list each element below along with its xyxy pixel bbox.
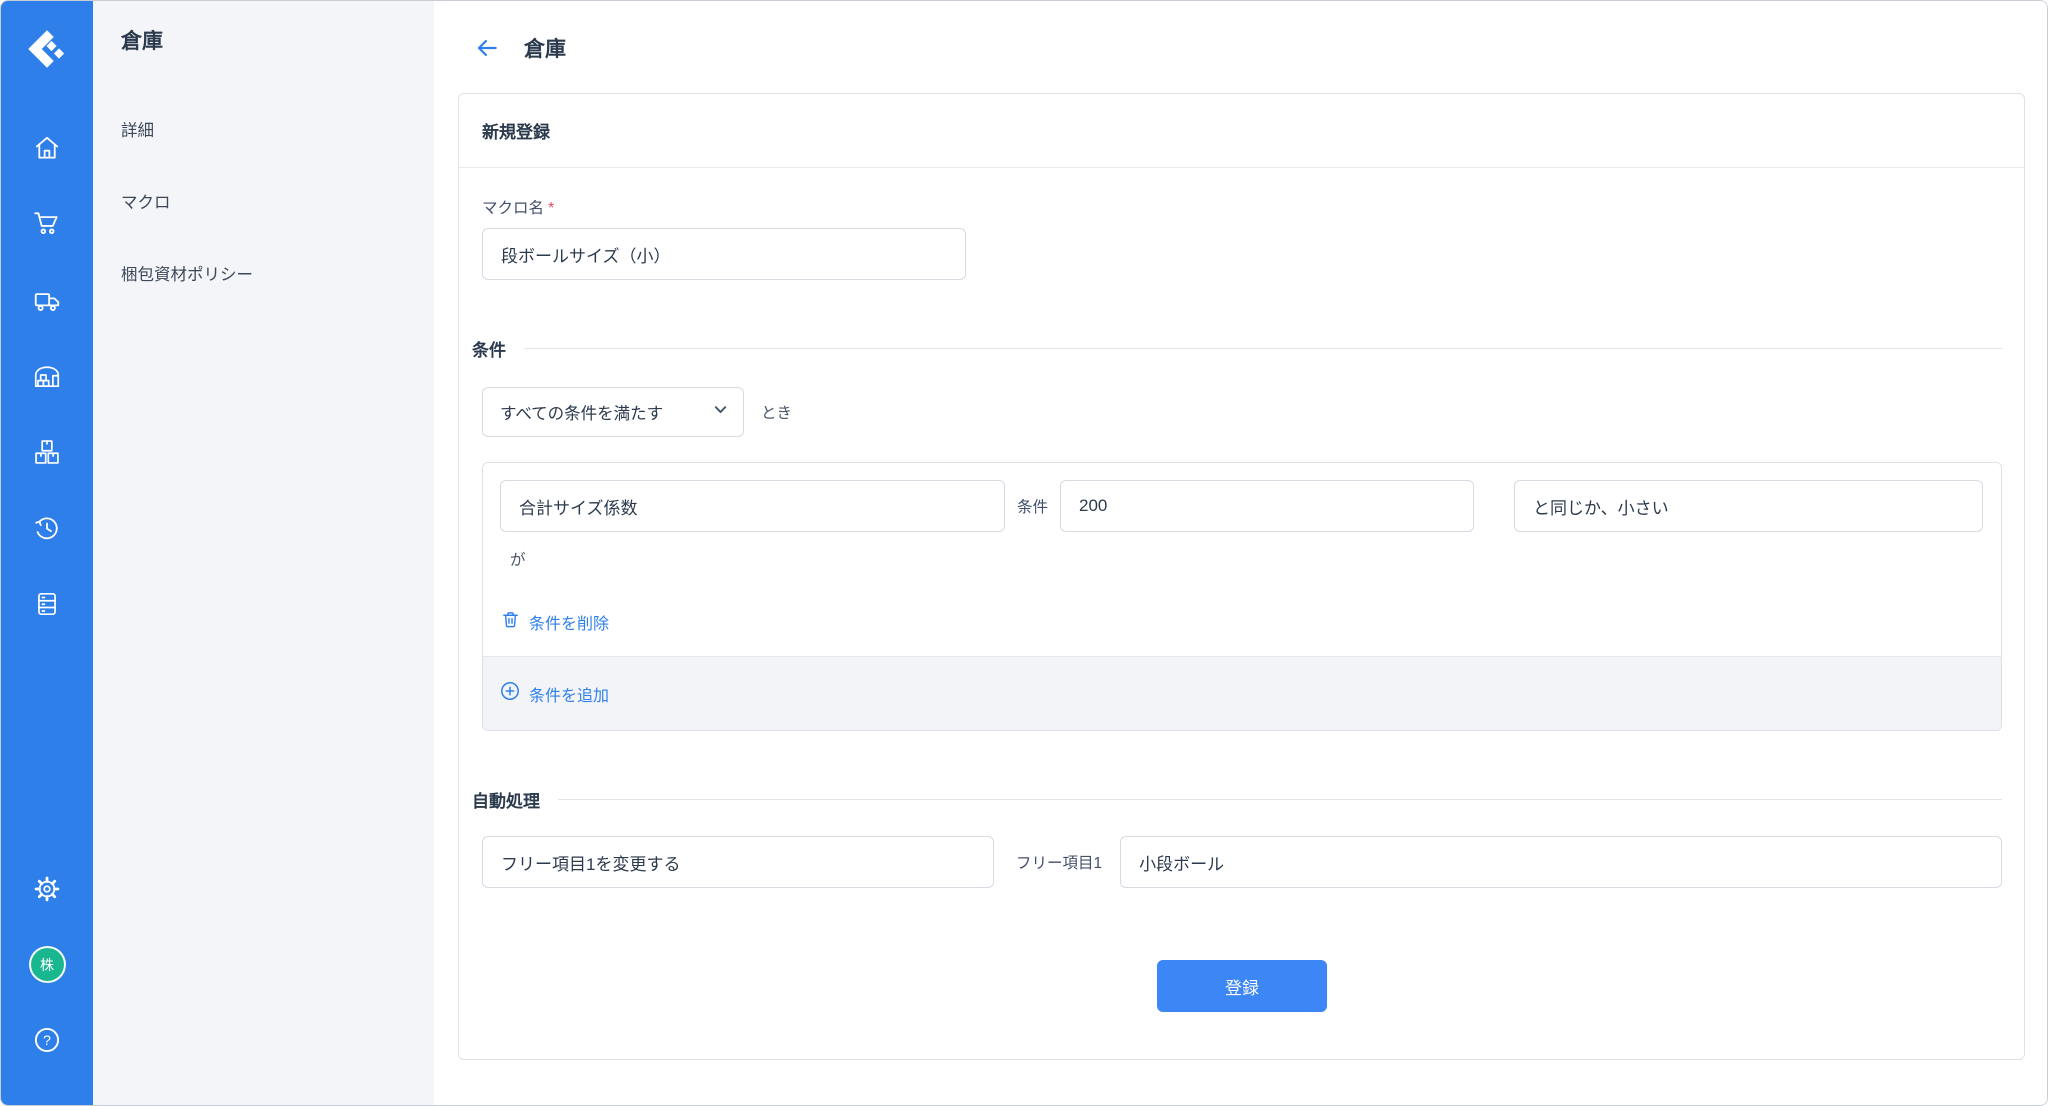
macro-name-input[interactable] [482, 228, 966, 280]
warehouse-icon[interactable] [31, 361, 63, 391]
auto-action-value-input[interactable] [1120, 836, 2002, 888]
section-divider [524, 348, 2002, 349]
sidebar-title: 倉庫 [121, 25, 410, 55]
delete-condition-button[interactable]: 条件を削除 [501, 610, 609, 634]
condition-comparator-input[interactable] [1514, 480, 1983, 532]
card-title: 新規登録 [459, 94, 2024, 168]
home-icon[interactable] [31, 133, 63, 163]
rail-nav [31, 133, 63, 619]
macro-name-field: マクロ名* [482, 196, 2002, 280]
condition-inputs: 条件 [500, 480, 1987, 532]
svg-text:?: ? [43, 1033, 51, 1049]
app-logo-icon[interactable] [23, 25, 71, 73]
conditions-section-title: 条件 [472, 336, 506, 361]
auto-action-type-input[interactable] [482, 836, 994, 888]
match-type-value: すべての条件を満たす [500, 400, 663, 424]
sidebar-item-macro[interactable]: マクロ [121, 189, 410, 213]
truck-icon[interactable] [31, 285, 63, 315]
condition-group: 条件 が [482, 462, 2002, 731]
condition-threshold-input[interactable] [1060, 480, 1474, 532]
plus-circle-icon [500, 681, 520, 706]
auto-action-section-head: 自動処理 [472, 787, 2002, 812]
auto-action-target-label: フリー項目1 [1016, 851, 1102, 873]
condition-group-footer: 条件を追加 [483, 656, 2001, 730]
register-button[interactable]: 登録 [1157, 960, 1327, 1012]
icon-rail: 株 ? [1, 1, 93, 1105]
page-header: 倉庫 [474, 33, 2025, 63]
sidebar-nav: 詳細 マクロ 梱包資材ポリシー [121, 117, 410, 285]
account-avatar[interactable]: 株 [29, 946, 66, 983]
cart-icon[interactable] [31, 209, 63, 239]
delete-condition-label: 条件を削除 [529, 610, 609, 634]
sidebar-item-detail[interactable]: 詳細 [121, 117, 410, 141]
history-icon[interactable] [31, 513, 63, 543]
add-condition-button[interactable]: 条件を追加 [500, 681, 609, 706]
auto-action-section-title: 自動処理 [472, 787, 540, 812]
match-type-select[interactable]: すべての条件を満たす [482, 387, 744, 437]
sidebar-item-packing-policy[interactable]: 梱包資材ポリシー [121, 261, 410, 285]
chevron-down-icon [713, 402, 728, 422]
app-window: 株 ? 倉庫 詳細 マクロ 梱包資材ポリシー 倉 [0, 0, 2048, 1106]
condition-field-input[interactable] [500, 480, 1005, 532]
match-suffix-label: とき [761, 401, 792, 423]
boxes-icon[interactable] [31, 437, 63, 467]
back-arrow-icon[interactable] [474, 35, 500, 61]
main-content: 倉庫 新規登録 マクロ名* 条件 すべての条件を満たす [434, 1, 2047, 1105]
settings-gear-icon[interactable] [31, 874, 63, 904]
condition-particle-label: が [510, 548, 1987, 570]
condition-match-row: すべての条件を満たす とき [482, 387, 2002, 437]
required-mark: * [548, 200, 554, 217]
section-divider [558, 799, 2002, 800]
database-icon[interactable] [31, 589, 63, 619]
submit-row: 登録 [482, 960, 2002, 1012]
rail-bottom: 株 ? [29, 874, 66, 1055]
trash-icon [501, 610, 520, 634]
auto-action-row: フリー項目1 [482, 836, 2002, 888]
page-title: 倉庫 [524, 33, 566, 63]
registration-card: 新規登録 マクロ名* 条件 すべての条件を満たす [458, 93, 2025, 1060]
conditions-section-head: 条件 [472, 336, 2002, 361]
add-condition-label: 条件を追加 [529, 682, 609, 706]
macro-name-label: マクロ名 [482, 200, 544, 217]
card-body: マクロ名* 条件 すべての条件を満たす [459, 168, 2024, 1059]
condition-operator-label: 条件 [1017, 495, 1048, 517]
module-sidebar: 倉庫 詳細 マクロ 梱包資材ポリシー [93, 1, 434, 1105]
help-icon[interactable]: ? [31, 1025, 63, 1055]
condition-row: 条件 が [483, 463, 2001, 656]
